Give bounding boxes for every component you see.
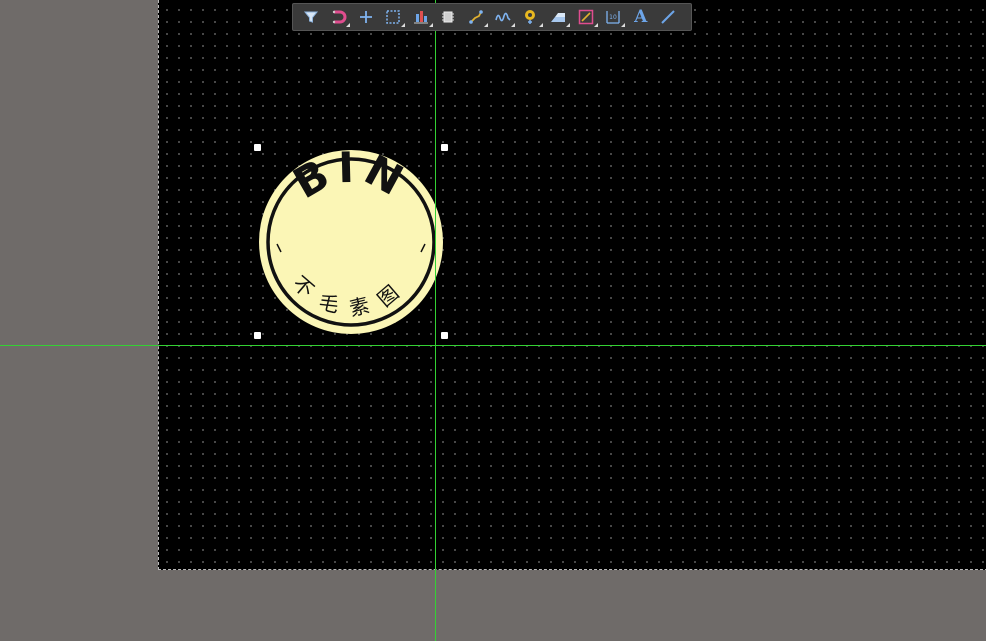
component-chip-icon: [442, 11, 455, 23]
keepout-button[interactable]: [572, 4, 600, 30]
component-button[interactable]: [435, 4, 463, 30]
route-track-icon: [468, 10, 483, 24]
logo-stamp-component[interactable]: BIN 不毛素图: [257, 148, 445, 336]
place-pad-button[interactable]: [517, 4, 545, 30]
filter-button[interactable]: [297, 4, 325, 30]
dimension-icon: 10: [606, 11, 620, 24]
align-chart-icon: [413, 11, 428, 24]
text-icon: A: [634, 6, 648, 27]
select-button[interactable]: [380, 4, 408, 30]
route-button[interactable]: [462, 4, 490, 30]
align-button[interactable]: [407, 4, 435, 30]
selection-handle-bottom-right[interactable]: [441, 332, 448, 339]
place-text-button[interactable]: A: [627, 4, 655, 30]
place-pad-icon: [524, 10, 535, 24]
filter-icon: [303, 11, 318, 23]
selection-handle-bottom-left[interactable]: [254, 332, 261, 339]
dimension-button[interactable]: 10: [600, 4, 628, 30]
polygon-pour-icon: [551, 13, 566, 22]
horizontal-guide-line: [0, 345, 986, 346]
magnet-icon: [333, 10, 347, 24]
snap-magnet-button[interactable]: [325, 4, 353, 30]
polygon-pour-button[interactable]: [545, 4, 573, 30]
select-rectangle-icon: [386, 10, 400, 24]
keepout-icon: [578, 9, 593, 25]
crosshair-icon: [359, 11, 372, 23]
line-icon: [661, 10, 675, 24]
selection-handle-top-right[interactable]: [441, 144, 448, 151]
crosshair-button[interactable]: [352, 4, 380, 30]
interactive-route-button[interactable]: [490, 4, 518, 30]
interactive-route-icon: [495, 12, 511, 22]
svg-text:10: 10: [609, 14, 617, 21]
active-bar-toolbar: 10 A: [292, 3, 692, 31]
place-line-button[interactable]: [655, 4, 683, 30]
pcb-workspace[interactable]: BIN 不毛素图 10 A: [0, 0, 986, 641]
vertical-guide-line: [435, 0, 436, 641]
selection-handle-top-left[interactable]: [254, 144, 261, 151]
